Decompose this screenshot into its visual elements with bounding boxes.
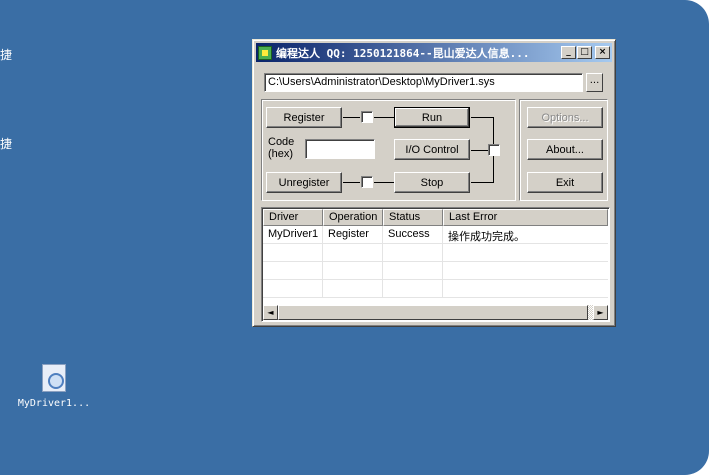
app-icon[interactable] xyxy=(258,45,272,60)
run-button[interactable]: Run xyxy=(394,107,470,128)
desktop-shortcut-label-fragment[interactable]: 捷 xyxy=(0,46,12,63)
desktop-icon-label: MyDriver1... xyxy=(17,398,91,409)
connector-line xyxy=(471,182,493,183)
cell-operation: Register xyxy=(323,226,383,243)
connector-line xyxy=(471,117,493,118)
table-row[interactable]: MyDriver1 Register Success 操作成功完成。 xyxy=(263,226,608,244)
desktop-icon-mydriver1[interactable]: MyDriver1... xyxy=(14,364,94,409)
empty-row xyxy=(263,262,608,280)
maximize-button[interactable]: □ xyxy=(577,46,592,59)
empty-row xyxy=(263,280,608,298)
sys-file-icon xyxy=(42,364,66,392)
connector-line xyxy=(471,150,488,151)
options-button[interactable]: Options... xyxy=(527,107,603,128)
connector-line xyxy=(374,117,394,118)
window-title: 编程达人 QQ: 1250121864--昆山爱达人信息... xyxy=(276,46,530,60)
horizontal-scrollbar[interactable]: ◄ ► xyxy=(263,305,608,320)
empty-row xyxy=(263,244,608,262)
driver-loader-window: 编程达人 QQ: 1250121864--昆山爱达人信息... _ □ × C:… xyxy=(252,39,616,327)
about-button[interactable]: About... xyxy=(527,139,603,160)
driver-path-input[interactable]: C:\Users\Administrator\Desktop\MyDriver1… xyxy=(264,73,583,92)
title-bar[interactable]: 编程达人 QQ: 1250121864--昆山爱达人信息... _ □ × xyxy=(256,43,612,62)
scroll-thumb[interactable] xyxy=(278,305,588,320)
run-status-checkbox[interactable] xyxy=(488,144,500,156)
column-header-status[interactable]: Status xyxy=(383,209,443,226)
operations-list[interactable]: Driver Operation Status Last Error MyDri… xyxy=(261,207,610,322)
list-header: Driver Operation Status Last Error xyxy=(263,209,608,226)
connector-line xyxy=(343,117,360,118)
register-status-checkbox[interactable] xyxy=(361,111,373,123)
cell-driver: MyDriver1 xyxy=(263,226,323,243)
connector-line xyxy=(374,182,394,183)
scroll-right-button[interactable]: ► xyxy=(593,305,608,320)
unregister-button[interactable]: Unregister xyxy=(266,172,342,193)
browse-button[interactable]: ... xyxy=(586,73,603,92)
cell-last-error: 操作成功完成。 xyxy=(448,230,525,243)
cell-status: Success xyxy=(383,226,443,243)
column-header-last-error[interactable]: Last Error xyxy=(443,209,608,226)
column-header-operation[interactable]: Operation xyxy=(323,209,383,226)
close-button[interactable]: × xyxy=(595,46,610,59)
scroll-left-button[interactable]: ◄ xyxy=(263,305,278,320)
stop-button[interactable]: Stop xyxy=(394,172,470,193)
code-label-line1: Code xyxy=(268,136,295,148)
connector-line xyxy=(343,182,360,183)
io-control-button[interactable]: I/O Control xyxy=(394,139,470,160)
code-label-line2: (hex) xyxy=(268,148,294,160)
unregister-status-checkbox[interactable] xyxy=(361,176,373,188)
code-label: Code (hex) xyxy=(268,136,304,160)
code-hex-input[interactable] xyxy=(305,139,375,159)
exit-button[interactable]: Exit xyxy=(527,172,603,193)
column-header-driver[interactable]: Driver xyxy=(263,209,323,226)
desktop-shortcut-label-fragment[interactable]: 捷 xyxy=(0,135,12,152)
register-button[interactable]: Register xyxy=(266,107,342,128)
minimize-button[interactable]: _ xyxy=(561,46,576,59)
list-rows: MyDriver1 Register Success 操作成功完成。 xyxy=(263,226,608,298)
